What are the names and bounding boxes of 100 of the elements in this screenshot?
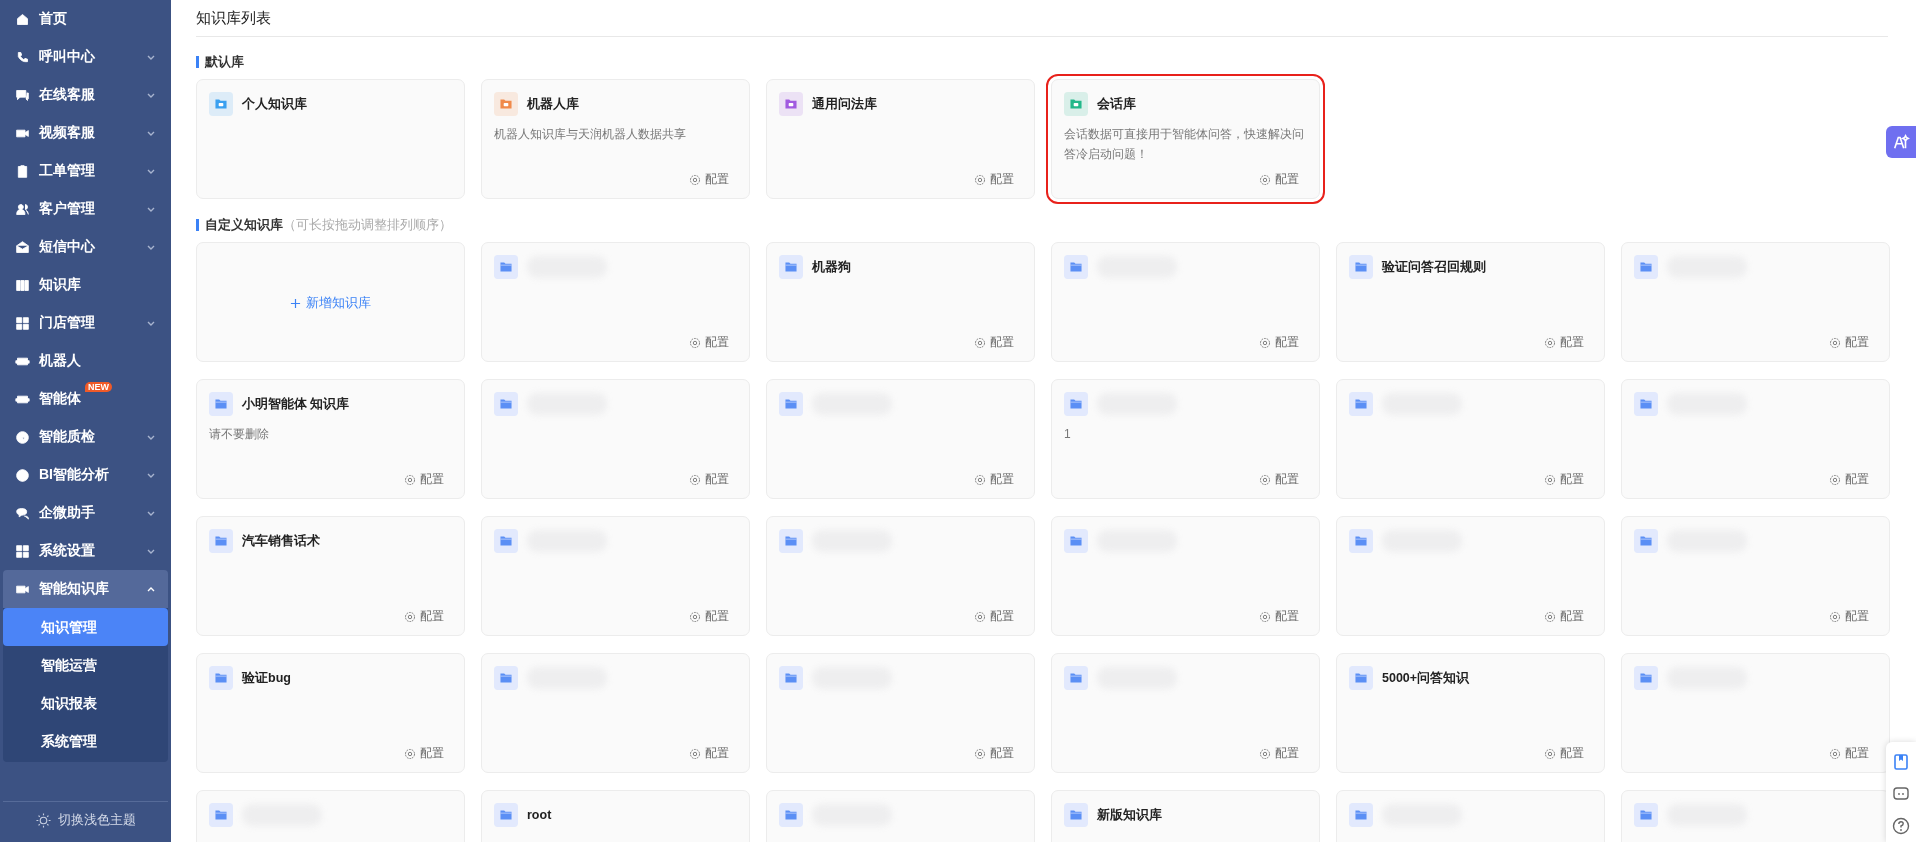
config-button[interactable]: 配置 [689,745,737,762]
config-button[interactable]: 配置 [1259,745,1307,762]
config-button[interactable]: 配置 [689,608,737,625]
config-button[interactable]: 配置 [974,745,1022,762]
folder-icon [779,255,803,279]
knowledge-base-card[interactable]: 配置 [1051,516,1320,636]
submenu-item[interactable]: 知识报表 [3,684,168,722]
submenu-item[interactable]: 智能运营 [3,646,168,684]
config-button[interactable]: 配置 [1829,471,1877,488]
card-title: 个人知识库 [242,95,307,113]
menu-item[interactable]: 智能知识库 [3,570,168,608]
menu-icon [15,87,30,103]
plus-icon [290,297,301,309]
menu-item[interactable]: 短信中心 [3,228,168,266]
config-button[interactable]: 配置 [404,608,452,625]
knowledge-base-card[interactable]: 配置 [1051,653,1320,773]
knowledge-base-card[interactable]: 机器狗 配置 [766,242,1035,362]
config-button[interactable]: 配置 [689,471,737,488]
section-hint: （可长按拖动调整排列顺序） [283,218,452,232]
knowledge-base-card[interactable]: 通用问法库 配置 [766,79,1035,199]
config-button[interactable]: 配置 [1544,608,1592,625]
folder-icon [1349,255,1373,279]
menu-item[interactable]: 呼叫中心 [3,38,168,76]
sparkle-icon [1892,133,1910,151]
menu-item[interactable]: 机器人 [3,342,168,380]
config-button[interactable]: 配置 [689,171,737,188]
settings-icon [1259,473,1271,486]
knowledge-base-card[interactable]: 配置 [1621,379,1890,499]
config-button[interactable]: 配置 [1259,171,1307,188]
knowledge-base-card[interactable]: 小明智能体 知识库 请不要删除 配置 [196,379,465,499]
knowledge-base-card[interactable]: 配置 [481,516,750,636]
knowledge-base-card[interactable]: 验证问答召回规则 配置 [1336,242,1605,362]
menu-item[interactable]: 工单管理 [3,152,168,190]
knowledge-base-card[interactable]: 5000+问答知识 配置 [1336,653,1605,773]
menu-item[interactable]: 系统设置 [3,532,168,570]
help-icon[interactable] [1891,816,1911,836]
book-icon[interactable] [1891,752,1911,772]
menu-item[interactable]: BI智能分析 [3,456,168,494]
folder-icon [779,666,803,690]
knowledge-base-card[interactable]: 配置 [1621,242,1890,362]
config-button[interactable]: 配置 [974,608,1022,625]
menu-item[interactable]: 智能体 NEW [3,380,168,418]
knowledge-base-card[interactable]: 配置 [1051,242,1320,362]
theme-toggle[interactable]: 切换浅色主题 [3,801,168,838]
knowledge-base-card[interactable]: 配置 [1336,516,1605,636]
knowledge-base-card[interactable]: 配置 [481,379,750,499]
config-button[interactable]: 配置 [1259,471,1307,488]
knowledge-base-card[interactable]: root [481,790,750,842]
config-button[interactable]: 配置 [404,471,452,488]
card-title: 验证bug [242,669,291,687]
config-button[interactable]: 配置 [1259,334,1307,351]
knowledge-base-card[interactable]: 配置 [1336,379,1605,499]
knowledge-base-card[interactable]: 配置 [481,653,750,773]
config-button[interactable]: 配置 [1259,608,1307,625]
knowledge-base-card[interactable]: 新版知识库 [1051,790,1320,842]
config-button[interactable]: 配置 [974,171,1022,188]
settings-icon [1259,336,1271,349]
config-button[interactable]: 配置 [974,471,1022,488]
card-title: 5000+问答知识 [1382,669,1470,687]
card-title: 验证问答召回规则 [1382,258,1486,276]
menu-item[interactable]: 视频客服 [3,114,168,152]
folder-icon [779,803,803,827]
folder-icon [1634,529,1658,553]
knowledge-base-card[interactable]: 配置 [766,653,1035,773]
knowledge-base-card[interactable]: 验证bug 配置 [196,653,465,773]
knowledge-base-card[interactable]: 机器人库 机器人知识库与天润机器人数据共享 配置 [481,79,750,199]
config-button[interactable]: 配置 [1829,608,1877,625]
config-button[interactable]: 配置 [1829,334,1877,351]
knowledge-base-card[interactable]: 配置 [766,379,1035,499]
submenu-item[interactable]: 系统管理 [3,722,168,760]
menu-item[interactable]: 知识库 [3,266,168,304]
knowledge-base-card[interactable]: 个人知识库 [196,79,465,199]
knowledge-base-card[interactable]: 配置 [766,516,1035,636]
menu-item[interactable]: 在线客服 [3,76,168,114]
menu-item[interactable]: 企微助手 [3,494,168,532]
knowledge-base-card[interactable]: 配置 [1621,516,1890,636]
config-button[interactable]: 配置 [689,334,737,351]
config-button[interactable]: 配置 [404,745,452,762]
menu-icon [15,467,30,483]
menu-item[interactable]: 客户管理 [3,190,168,228]
card-title: 机器狗 [812,258,851,276]
knowledge-base-card[interactable]: 配置 [481,242,750,362]
add-knowledge-base-button[interactable]: 新增知识库 [196,242,465,362]
knowledge-base-card[interactable]: 汽车销售话术 配置 [196,516,465,636]
menu-item[interactable]: 门店管理 [3,304,168,342]
ai-assistant-button[interactable] [1886,126,1916,158]
config-button[interactable]: 配置 [1544,745,1592,762]
menu-item[interactable]: 首页 [3,0,168,38]
config-button[interactable]: 配置 [1544,471,1592,488]
knowledge-base-card[interactable]: 配置 [1621,653,1890,773]
submenu-item[interactable]: 知识管理 [3,608,168,646]
menu-icon [15,277,30,293]
config-button[interactable]: 配置 [1829,745,1877,762]
new-badge: NEW [85,382,112,392]
folder-icon [1634,803,1658,827]
settings-icon [1544,336,1556,349]
config-button[interactable]: 配置 [1544,334,1592,351]
knowledge-base-card[interactable]: 1 配置 [1051,379,1320,499]
config-button[interactable]: 配置 [974,334,1022,351]
menu-item[interactable]: 智能质检 [3,418,168,456]
